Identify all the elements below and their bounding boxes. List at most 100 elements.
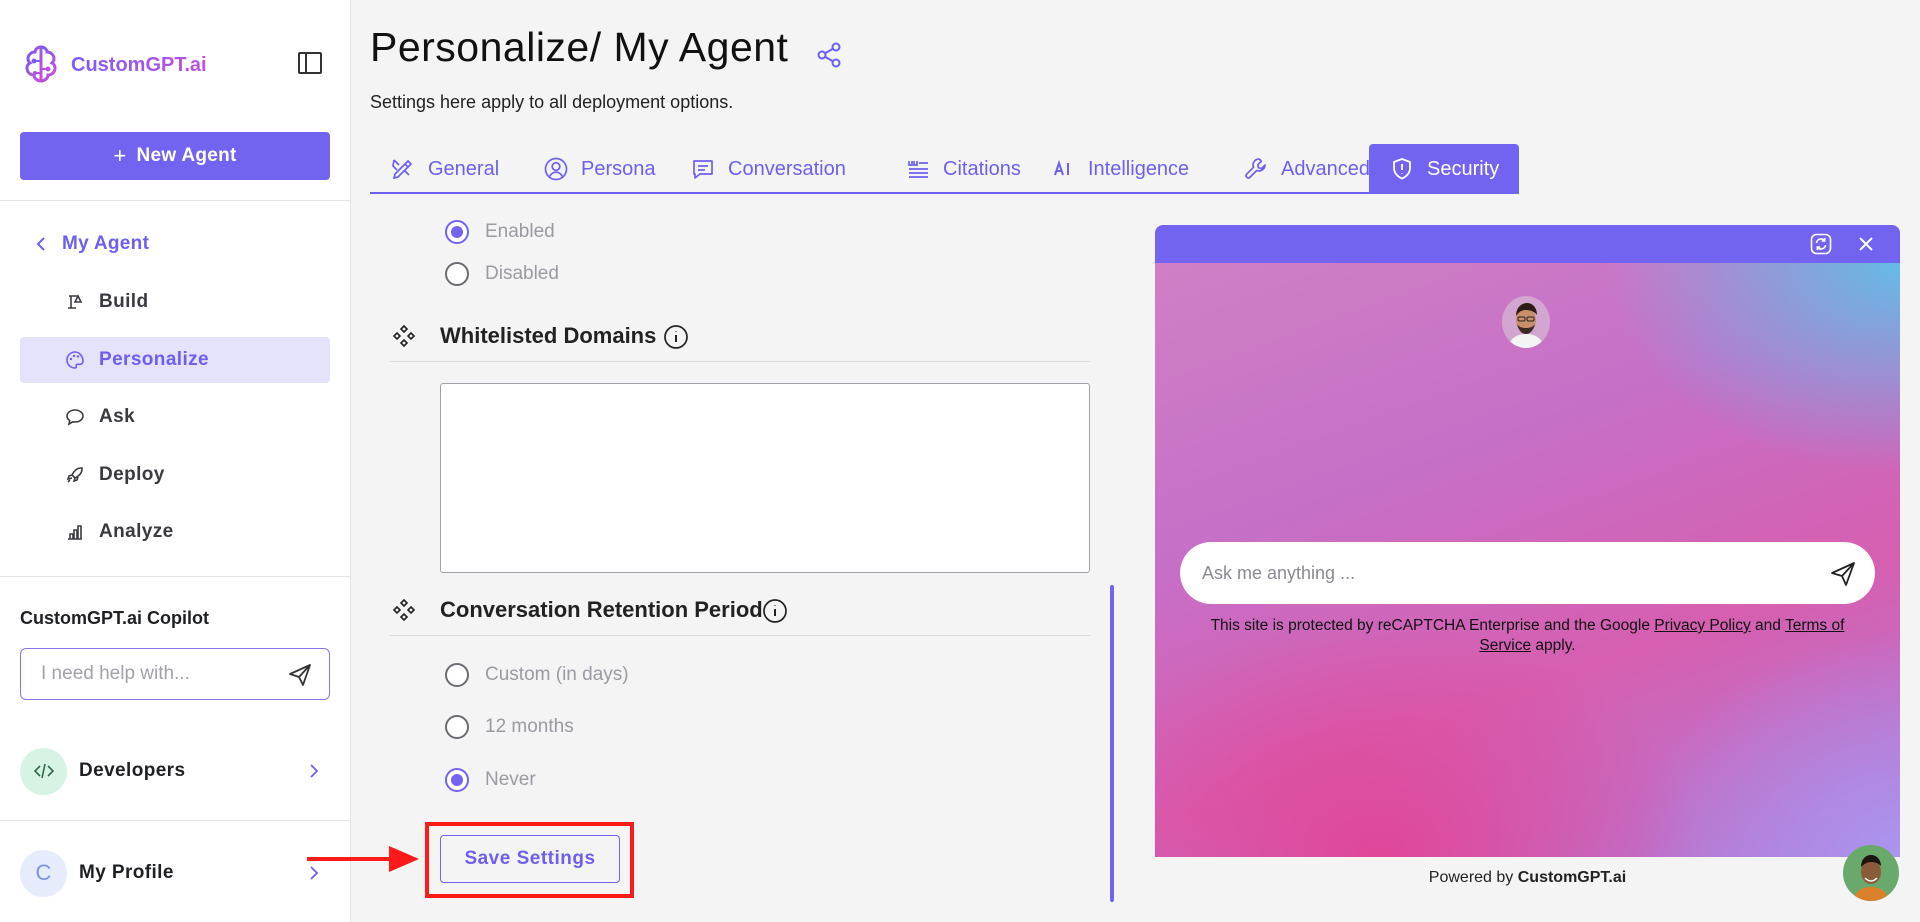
- close-icon[interactable]: [1855, 233, 1877, 255]
- info-icon[interactable]: [663, 324, 689, 350]
- info-icon[interactable]: [762, 598, 788, 624]
- powered-brand[interactable]: CustomGPT.ai: [1518, 869, 1626, 886]
- tab-advanced[interactable]: Advanced: [1223, 144, 1390, 194]
- tab-label: Citations: [943, 157, 1021, 180]
- support-avatar-button[interactable]: [1843, 845, 1899, 901]
- annotation-arrow-icon: [307, 846, 419, 872]
- recaptcha-text: This site is protected by reCAPTCHA Ente…: [1210, 617, 1655, 634]
- radio-label: Custom (in days): [485, 664, 629, 685]
- palette-icon: [66, 351, 84, 369]
- radio-label: Enabled: [485, 221, 555, 242]
- avatar: C: [20, 849, 67, 897]
- chevron-right-icon: [310, 764, 319, 778]
- radio-dot: [445, 262, 469, 286]
- bar-chart-icon: [68, 525, 82, 540]
- tab-citations[interactable]: Citations: [885, 144, 1041, 194]
- radio-label: 12 months: [485, 716, 574, 737]
- section-title: Conversation Retention Period: [440, 597, 763, 622]
- radio-dot: [445, 663, 469, 687]
- tab-persona[interactable]: Persona: [523, 144, 676, 194]
- radio-never[interactable]: Never: [445, 768, 536, 792]
- radio-dot: [445, 768, 469, 792]
- section-title: Whitelisted Domains: [440, 323, 657, 348]
- recaptcha-text: apply.: [1531, 637, 1576, 654]
- share-icon[interactable]: [815, 41, 843, 69]
- refresh-icon[interactable]: [1810, 233, 1832, 255]
- sidebar-item-personalize[interactable]: Personalize: [20, 337, 330, 383]
- sidebar-item-build[interactable]: Build: [20, 279, 330, 325]
- brain-logo-icon: [25, 45, 57, 83]
- radio-dot: [445, 715, 469, 739]
- shield-icon: [1393, 158, 1411, 180]
- drag-handle-icon[interactable]: [392, 598, 416, 622]
- tab-label: Security: [1427, 157, 1500, 180]
- radio-label: Disabled: [485, 263, 559, 284]
- powered-by: Powered by CustomGPT.ai: [1155, 869, 1900, 887]
- sidebar-item-label: Ask: [99, 406, 136, 427]
- whitelisted-domains-input[interactable]: [441, 384, 1089, 572]
- sidebar-item-analyze[interactable]: Analyze: [20, 509, 330, 555]
- chat-bubble-icon: [66, 409, 84, 426]
- send-icon[interactable]: [1829, 560, 1857, 588]
- radio-enabled[interactable]: Enabled: [445, 220, 555, 244]
- ask-input[interactable]: [1180, 542, 1800, 604]
- sidebar-item-label: Personalize: [99, 349, 210, 370]
- section-retention-period: Conversation Retention Period: [390, 588, 1090, 636]
- radio-label: Never: [485, 769, 536, 790]
- radio-dot: [445, 220, 469, 244]
- copilot-input[interactable]: [21, 649, 281, 699]
- tab-label: Intelligence: [1088, 157, 1190, 180]
- new-agent-button[interactable]: + New Agent: [20, 132, 330, 180]
- sidebar-collapse-button[interactable]: [297, 50, 323, 76]
- divider: [0, 820, 351, 821]
- sidebar-item-label: Analyze: [99, 521, 174, 542]
- tab-label: Advanced: [1281, 157, 1370, 180]
- powered-prefix: Powered by: [1428, 869, 1518, 886]
- page-subtitle: Settings here apply to all deployment op…: [370, 92, 734, 112]
- back-to-my-agent[interactable]: My Agent: [36, 233, 149, 255]
- message-icon: [693, 160, 713, 179]
- page-title: Personalize/ My Agent: [370, 24, 789, 70]
- code-icon: [20, 747, 67, 795]
- sidebar-item-deploy[interactable]: Deploy: [20, 452, 330, 498]
- quote-list-icon: [908, 161, 928, 178]
- ask-box: [1180, 542, 1875, 604]
- tab-label: General: [428, 157, 500, 180]
- settings-tabs: General Persona Conversation Citations I…: [370, 144, 1520, 194]
- privacy-policy-link[interactable]: Privacy Policy: [1654, 617, 1750, 634]
- chat-preview: This site is protected by reCAPTCHA Ente…: [1155, 225, 1900, 857]
- recaptcha-notice: This site is protected by reCAPTCHA Ente…: [1195, 616, 1860, 656]
- recaptcha-text: and: [1750, 617, 1785, 634]
- radio-custom-days[interactable]: Custom (in days): [445, 663, 629, 687]
- radio-disabled[interactable]: Disabled: [445, 262, 559, 286]
- ai-icon: [1054, 159, 1069, 176]
- developers-label: Developers: [79, 760, 186, 781]
- whitelisted-domains-field: [440, 383, 1090, 573]
- tab-conversation[interactable]: Conversation: [670, 144, 866, 194]
- chevron-left-icon: [36, 237, 45, 251]
- save-settings-button[interactable]: Save Settings: [440, 835, 620, 883]
- sidebar-item-label: Deploy: [99, 464, 165, 485]
- my-profile-link[interactable]: C My Profile: [20, 849, 330, 897]
- preview-body: This site is protected by reCAPTCHA Ente…: [1155, 263, 1900, 857]
- tab-intelligence[interactable]: Intelligence: [1030, 144, 1209, 194]
- copilot-box: [20, 648, 330, 700]
- drag-handle-icon[interactable]: [392, 324, 416, 348]
- send-icon[interactable]: [287, 662, 313, 688]
- developers-link[interactable]: Developers: [20, 747, 330, 795]
- wrench-icon: [1245, 158, 1266, 179]
- brand-logo[interactable]: CustomGPT.ai: [19, 43, 207, 87]
- sidebar-toggle-icon: [298, 52, 322, 74]
- tab-security[interactable]: Security: [1369, 144, 1520, 194]
- tab-label: Persona: [581, 157, 656, 180]
- build-icon: [68, 294, 83, 309]
- scrollbar[interactable]: [1110, 585, 1114, 902]
- radio-12-months[interactable]: 12 months: [445, 715, 574, 739]
- sidebar-item-label: Build: [99, 291, 149, 312]
- divider: [0, 576, 351, 577]
- sidebar-item-ask[interactable]: Ask: [20, 394, 330, 440]
- divider: [0, 200, 351, 201]
- tab-general[interactable]: General: [370, 144, 519, 194]
- tab-label: Conversation: [728, 157, 846, 180]
- brand-name: CustomGPT.ai: [71, 53, 207, 76]
